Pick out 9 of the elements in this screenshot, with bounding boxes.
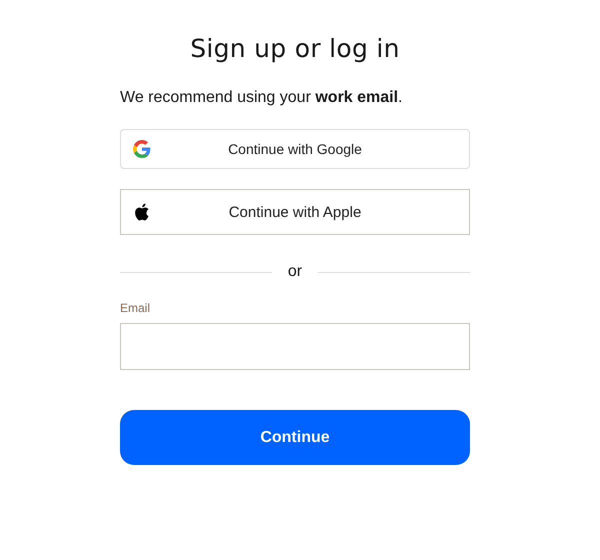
google-logo-icon [133, 140, 151, 158]
continue-button[interactable]: Continue [120, 410, 470, 465]
email-label: Email [120, 301, 152, 315]
email-field[interactable] [120, 323, 470, 370]
or-separator: or [288, 263, 302, 281]
page-title: Sign up or log in [189, 34, 401, 63]
recommendation-text: We recommend using your work email. [120, 89, 404, 107]
apple-signin-button[interactable]: Continue with Apple [120, 189, 470, 235]
google-signin-button[interactable]: Continue with Google [120, 129, 470, 169]
